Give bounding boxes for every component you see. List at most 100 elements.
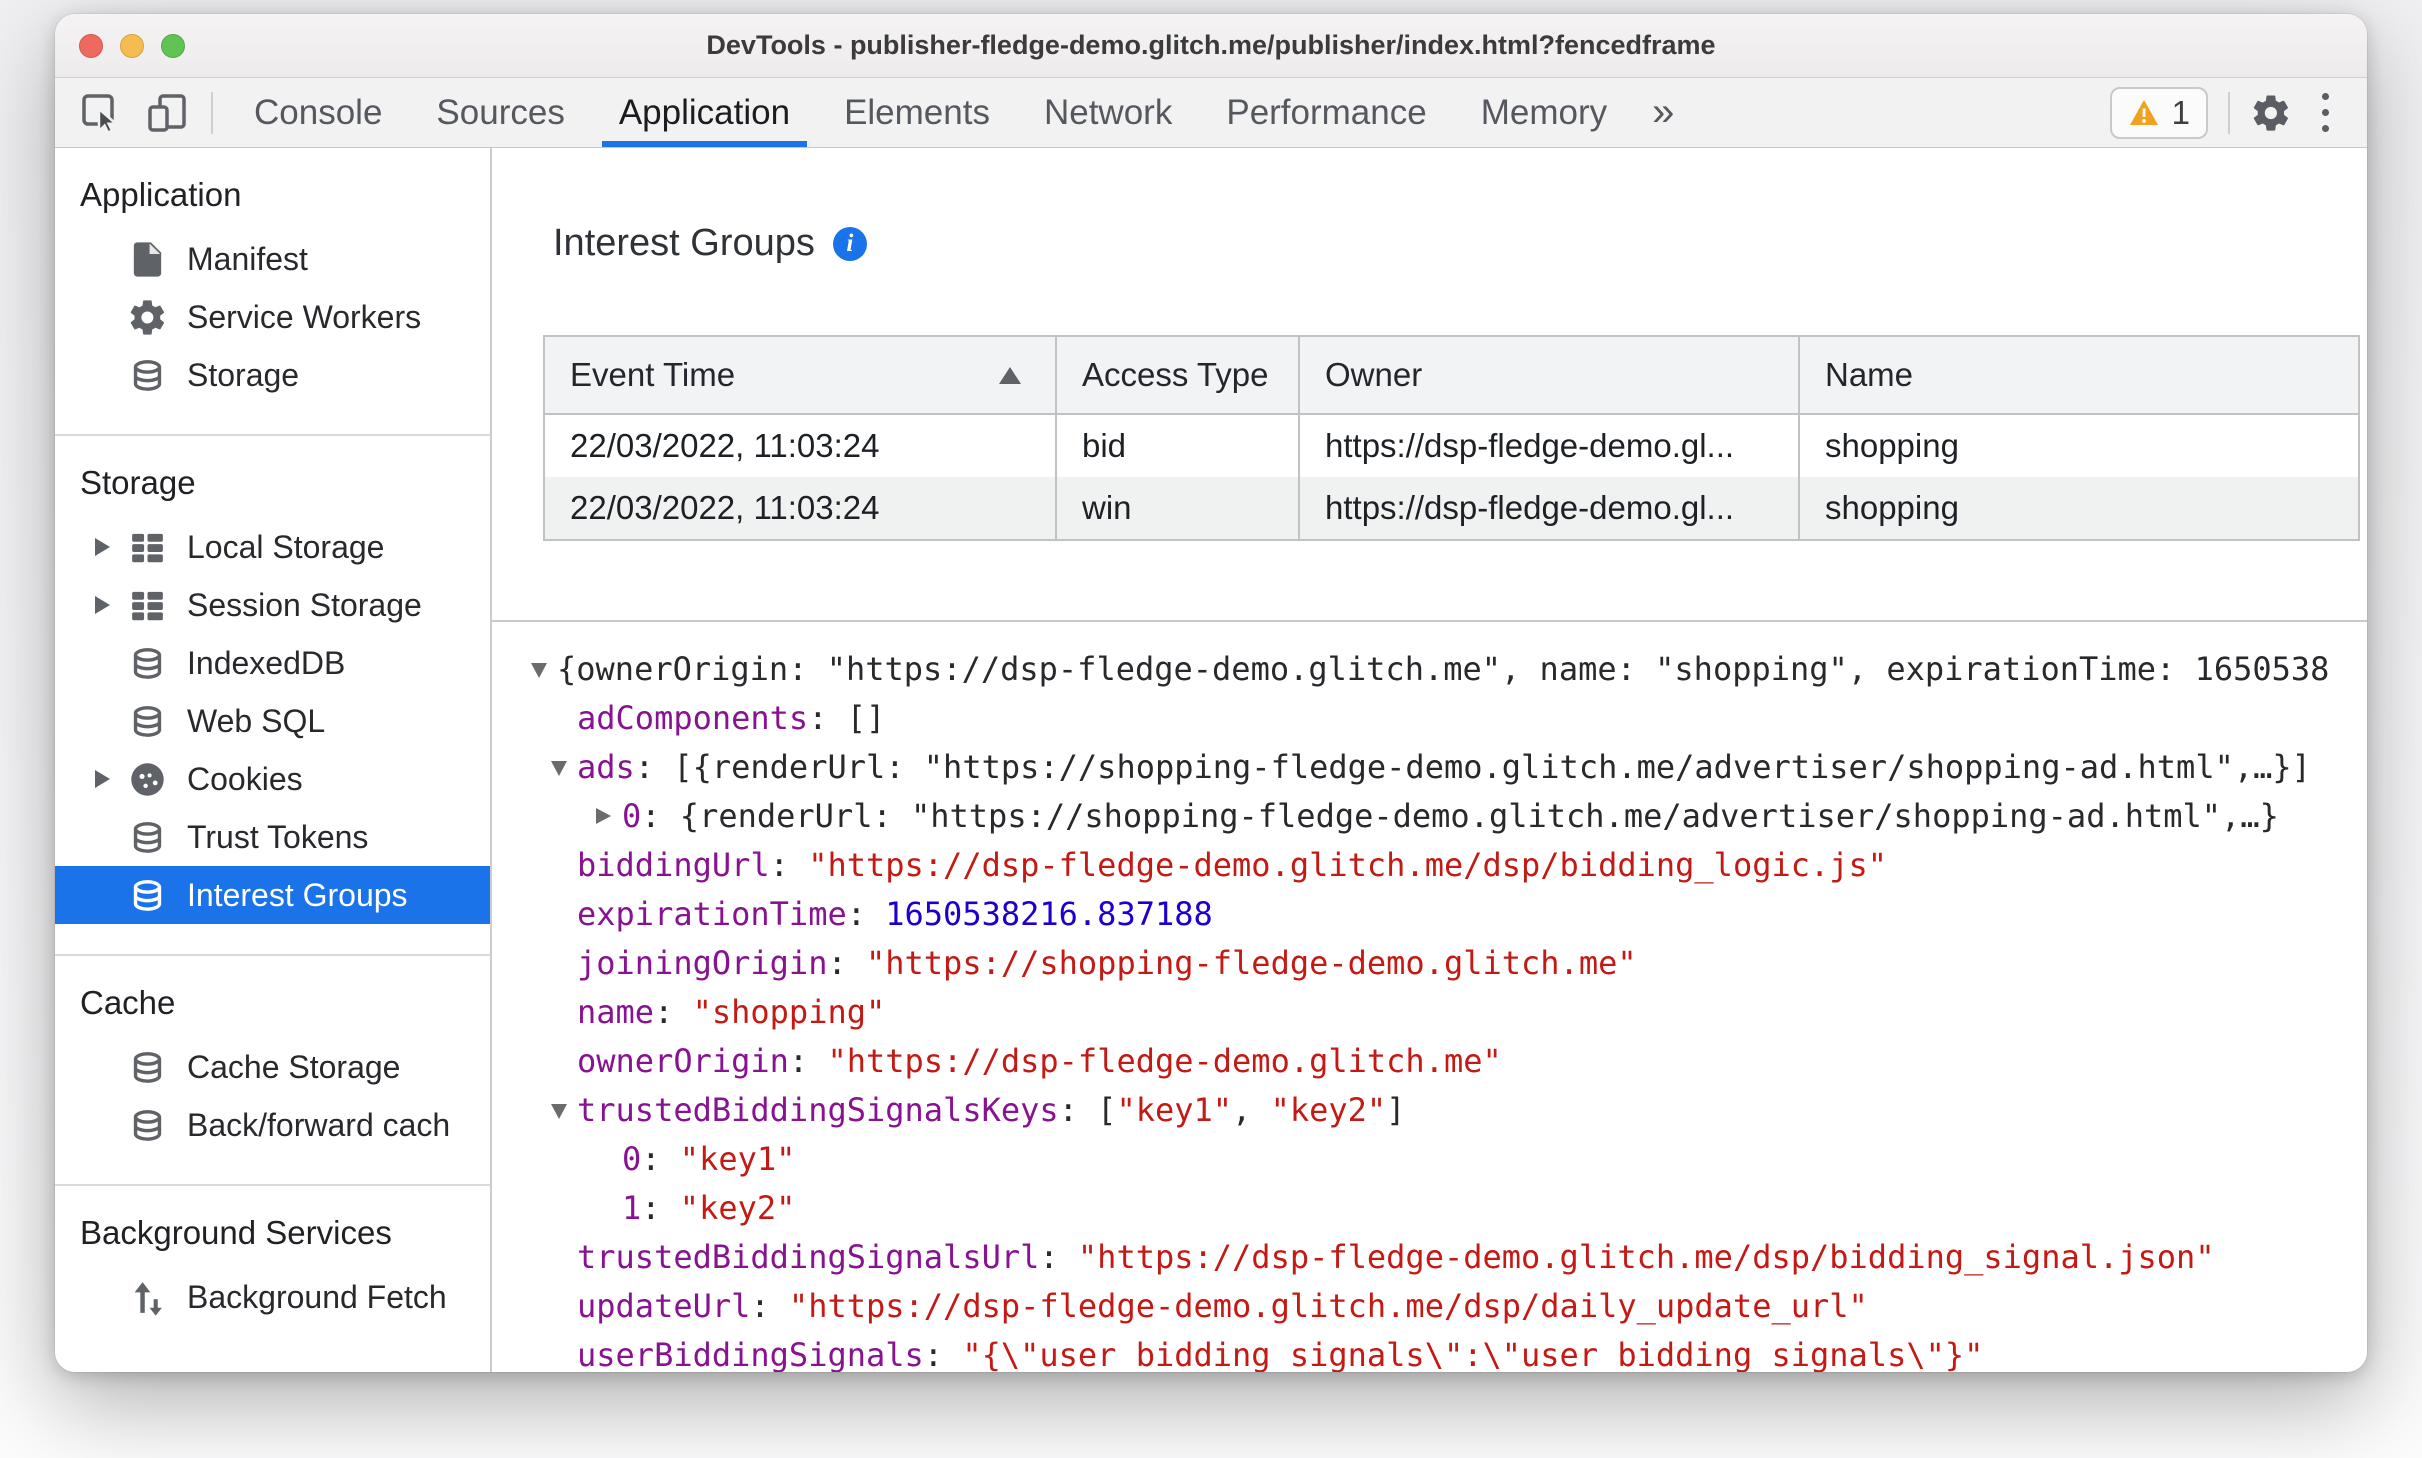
column-header-name[interactable]: Name bbox=[1800, 337, 2356, 413]
sidebar-item-local-storage[interactable]: Local Storage bbox=[55, 518, 490, 576]
sidebar-section-title: Background Services bbox=[80, 1214, 392, 1251]
sidebar-item-label: Manifest bbox=[187, 240, 308, 277]
json-segment-plain: ] bbox=[1386, 1090, 1406, 1129]
json-tree-row[interactable]: {ownerOrigin: "https://dsp-fledge-demo.g… bbox=[492, 644, 2367, 693]
column-header-owner[interactable]: Owner bbox=[1300, 337, 1800, 413]
json-tree-row[interactable]: ads: [{renderUrl: "https://shopping-fled… bbox=[492, 742, 2367, 791]
sidebar-item-manifest[interactable]: Manifest bbox=[55, 230, 490, 288]
sidebar-item-label: Interest Groups bbox=[187, 876, 408, 913]
triangle-right-icon bbox=[95, 538, 110, 556]
database-icon-wrap bbox=[127, 1105, 168, 1146]
sidebar-item-background-fetch[interactable]: Background Fetch bbox=[55, 1268, 490, 1326]
minimize-button[interactable] bbox=[120, 33, 144, 58]
json-tree: {ownerOrigin: "https://dsp-fledge-demo.g… bbox=[492, 644, 2367, 1372]
table-icon-wrap bbox=[127, 527, 168, 568]
json-tree-row[interactable]: joiningOrigin: "https://shopping-fledge-… bbox=[492, 938, 2367, 987]
sidebar-section-title: Application bbox=[80, 176, 242, 213]
gear-icon-wrap bbox=[127, 297, 168, 338]
json-tree-row[interactable]: 1: "key2" bbox=[492, 1183, 2367, 1232]
expand-triangle-icon[interactable] bbox=[95, 770, 127, 788]
json-segment-str: "https://dsp-fledge-demo.glitch.me/dsp/b… bbox=[1077, 1237, 2215, 1276]
column-header-event-time[interactable]: Event Time bbox=[545, 337, 1057, 413]
json-tree-row[interactable]: biddingUrl: "https://dsp-fledge-demo.gli… bbox=[492, 840, 2367, 889]
json-segment-str: "shopping" bbox=[692, 992, 886, 1031]
json-segment-key: trustedBiddingSignalsKeys bbox=[577, 1090, 1059, 1129]
tab-sources[interactable]: Sources bbox=[409, 78, 591, 147]
sidebar-item-cookies[interactable]: Cookies bbox=[55, 750, 490, 808]
json-segment-plain: : [{renderUrl: "https://shopping-fledge-… bbox=[634, 747, 2311, 786]
json-tree-row[interactable]: trustedBiddingSignalsKeys: ["key1", "key… bbox=[492, 1085, 2367, 1134]
column-header-access-type[interactable]: Access Type bbox=[1057, 337, 1300, 413]
tab-network[interactable]: Network bbox=[1017, 78, 1199, 147]
tab-elements[interactable]: Elements bbox=[817, 78, 1017, 147]
zoom-button[interactable] bbox=[161, 33, 185, 58]
expand-arrow-icon[interactable] bbox=[551, 758, 577, 776]
tab-console[interactable]: Console bbox=[227, 78, 409, 147]
device-toolbar-icon[interactable] bbox=[145, 91, 189, 135]
table-cell: 22/03/2022, 11:03:24 bbox=[545, 415, 1057, 477]
settings-gear-icon[interactable] bbox=[2250, 92, 2292, 134]
triangle-down-icon bbox=[551, 760, 567, 776]
json-tree-row[interactable]: expirationTime: 1650538216.837188 bbox=[492, 889, 2367, 938]
expand-arrow-icon[interactable] bbox=[551, 1101, 577, 1119]
json-tree-row[interactable]: name: "shopping" bbox=[492, 987, 2367, 1036]
toolbar-left-controls bbox=[55, 78, 213, 147]
json-segment-key: joiningOrigin bbox=[577, 943, 828, 982]
issues-badge[interactable]: 1 bbox=[2109, 86, 2208, 139]
expand-triangle-icon[interactable] bbox=[95, 596, 127, 614]
sidebar-item-session-storage[interactable]: Session Storage bbox=[55, 576, 490, 634]
expand-arrow-icon[interactable] bbox=[596, 807, 622, 824]
sidebar-item-back-forward-cach[interactable]: Back/forward cach bbox=[55, 1096, 490, 1154]
sidebar-item-label: Web SQL bbox=[187, 702, 326, 739]
json-segment-str: "key1" bbox=[1116, 1090, 1233, 1129]
json-tree-row[interactable]: updateUrl: "https://dsp-fledge-demo.glit… bbox=[492, 1281, 2367, 1330]
json-segment-plain: : bbox=[641, 1139, 680, 1178]
database-icon bbox=[133, 1051, 162, 1083]
database-icon bbox=[133, 647, 162, 679]
sidebar-section-title: Cache bbox=[80, 984, 176, 1021]
json-segment-str: "{\"user_bidding_signals\":\"user_biddin… bbox=[962, 1335, 1984, 1373]
warning-icon bbox=[2129, 99, 2158, 125]
json-tree-row[interactable]: 0: {renderUrl: "https://shopping-fledge-… bbox=[492, 791, 2367, 840]
expand-triangle-icon[interactable] bbox=[95, 538, 127, 556]
json-segment-plain: {ownerOrigin: "https://dsp-fledge-demo.g… bbox=[557, 649, 2330, 688]
info-icon[interactable]: i bbox=[832, 226, 867, 261]
json-tree-row[interactable]: adComponents: [] bbox=[492, 693, 2367, 742]
gear-icon bbox=[130, 299, 165, 335]
sidebar-item-trust-tokens[interactable]: Trust Tokens bbox=[55, 808, 490, 866]
column-header-label: Owner bbox=[1325, 356, 1423, 393]
sidebar-item-indexeddb[interactable]: IndexedDB bbox=[55, 634, 490, 692]
inspect-element-icon[interactable] bbox=[79, 91, 123, 135]
more-tabs-button[interactable]: » bbox=[1634, 78, 1692, 147]
triangle-down-icon bbox=[551, 1103, 567, 1119]
interest-group-details: {ownerOrigin: "https://dsp-fledge-demo.g… bbox=[492, 620, 2367, 1372]
tab-memory[interactable]: Memory bbox=[1454, 78, 1634, 147]
json-tree-row[interactable]: 0: "key1" bbox=[492, 1134, 2367, 1183]
sidebar-item-label: Session Storage bbox=[187, 586, 422, 623]
table-row[interactable]: 22/03/2022, 11:03:24 bid https://dsp-fledg… bbox=[545, 415, 2358, 477]
main-panel: Interest Groups i Event Time Access Type O… bbox=[492, 148, 2367, 1372]
json-segment-plain: : bbox=[846, 894, 886, 933]
titlebar: DevTools - publisher-fledge-demo.glitch.… bbox=[55, 14, 2367, 78]
json-tree-row[interactable]: ownerOrigin: "https://dsp-fledge-demo.gl… bbox=[492, 1036, 2367, 1085]
close-button[interactable] bbox=[79, 33, 103, 58]
database-icon bbox=[133, 1109, 162, 1141]
json-tree-row[interactable]: userBiddingSignals: "{\"user_bidding_sig… bbox=[492, 1330, 2367, 1373]
json-segment-str: "key1" bbox=[679, 1139, 796, 1178]
tab-application[interactable]: Application bbox=[592, 78, 817, 147]
table-row[interactable]: 22/03/2022, 11:03:24 win https://dsp-fledg… bbox=[545, 477, 2358, 539]
json-segment-num: 1650538216.837188 bbox=[885, 894, 1213, 933]
database-icon bbox=[133, 821, 162, 853]
sidebar-item-web-sql[interactable]: Web SQL bbox=[55, 692, 490, 750]
table-cell: https://dsp-fledge-demo.gl... bbox=[1300, 477, 1800, 539]
expand-arrow-icon[interactable] bbox=[531, 660, 557, 678]
fetch-icon-wrap bbox=[127, 1277, 168, 1318]
sidebar-item-cache-storage[interactable]: Cache Storage bbox=[55, 1038, 490, 1096]
sidebar-item-service-workers[interactable]: Service Workers bbox=[55, 288, 490, 346]
json-tree-row[interactable]: trustedBiddingSignalsUrl: "https://dsp-f… bbox=[492, 1232, 2367, 1281]
kebab-menu-icon[interactable] bbox=[2312, 87, 2339, 138]
storage-table-icon bbox=[132, 533, 163, 562]
sidebar-item-interest-groups[interactable]: Interest Groups bbox=[55, 866, 490, 924]
tab-performance[interactable]: Performance bbox=[1199, 78, 1453, 147]
sidebar-item-storage[interactable]: Storage bbox=[55, 346, 490, 404]
